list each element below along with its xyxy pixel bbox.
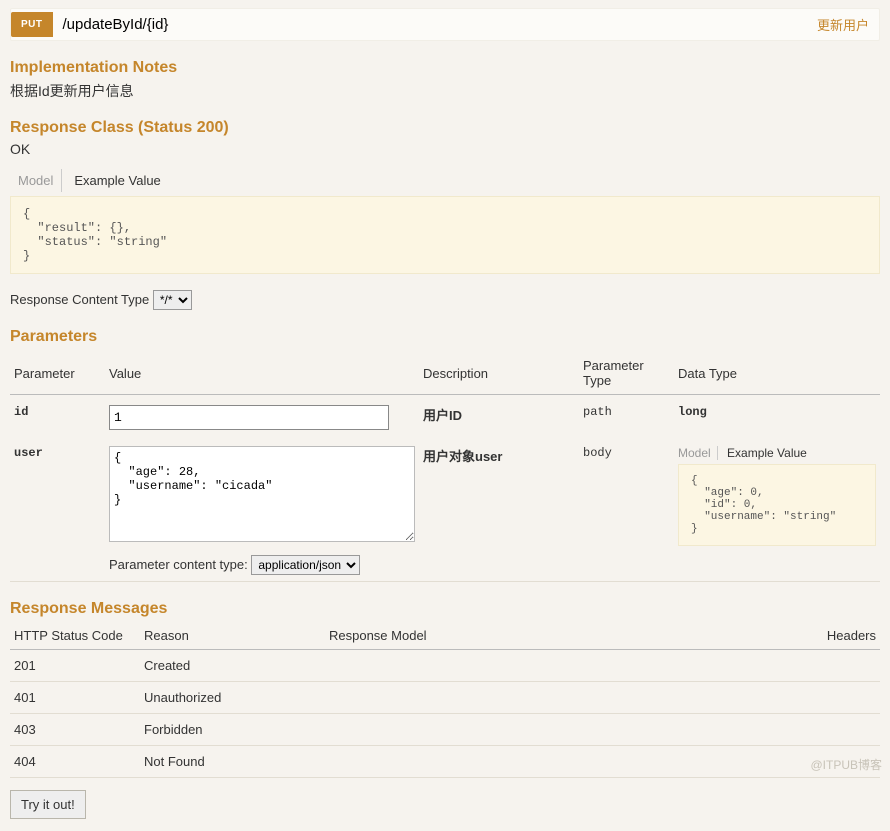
param-name: id xyxy=(10,395,105,437)
th-headers: Headers xyxy=(790,622,880,650)
th-param-type: Parameter Type xyxy=(579,352,674,395)
response-class-status: OK xyxy=(10,141,880,157)
th-parameter: Parameter xyxy=(10,352,105,395)
response-messages-title: Response Messages xyxy=(10,600,880,618)
param-value-textarea[interactable] xyxy=(109,446,415,542)
table-row: 401Unauthorized xyxy=(10,682,880,714)
example-value-code[interactable]: { "result": {}, "status": "string" } xyxy=(10,196,880,274)
impl-notes-text: 根据Id更新用户信息 xyxy=(10,81,880,101)
http-method-badge: PUT xyxy=(11,12,53,37)
try-it-out-button[interactable]: Try it out! xyxy=(10,790,86,819)
param-data-type: long xyxy=(674,395,880,437)
param-description: 用户对象user xyxy=(419,436,579,582)
response-messages-table: HTTP Status Code Reason Response Model H… xyxy=(10,622,880,778)
th-status-code: HTTP Status Code xyxy=(10,622,140,650)
response-schema-tabs: Model Example Value xyxy=(10,169,880,192)
param-row: id 用户ID path long xyxy=(10,395,880,437)
param-row: user Parameter content type: application… xyxy=(10,436,880,582)
th-reason: Reason xyxy=(140,622,325,650)
tab-example-value[interactable]: Example Value xyxy=(66,169,168,192)
table-row: 403Forbidden xyxy=(10,714,880,746)
param-name: user xyxy=(10,436,105,582)
param-model-example[interactable]: { "age": 0, "id": 0, "username": "string… xyxy=(678,464,876,546)
parameters-table: Parameter Value Description Parameter Ty… xyxy=(10,352,880,582)
param-content-type-select[interactable]: application/json xyxy=(251,555,360,575)
endpoint-summary: 更新用户 xyxy=(807,9,879,40)
response-class-title: Response Class (Status 200) xyxy=(10,119,880,137)
th-value: Value xyxy=(105,352,419,395)
tab-example-value[interactable]: Example Value xyxy=(721,446,807,460)
param-description: 用户ID xyxy=(419,395,579,437)
param-type: body xyxy=(579,436,674,582)
impl-notes-title: Implementation Notes xyxy=(10,59,880,77)
response-content-type-select[interactable]: */* xyxy=(153,290,192,310)
tab-model[interactable]: Model xyxy=(10,169,62,192)
watermark: @ITPUB博客 xyxy=(810,756,882,773)
th-data-type: Data Type xyxy=(674,352,880,395)
tab-model[interactable]: Model xyxy=(678,446,718,460)
param-content-type-label: Parameter content type: xyxy=(109,557,248,572)
th-description: Description xyxy=(419,352,579,395)
response-content-type-label: Response Content Type xyxy=(10,292,149,307)
table-row: 404Not Found xyxy=(10,746,880,778)
parameters-title: Parameters xyxy=(10,328,880,346)
param-value-input[interactable] xyxy=(109,405,389,430)
operation-header[interactable]: PUT /updateById/{id} 更新用户 xyxy=(10,8,880,41)
endpoint-path: /updateById/{id} xyxy=(53,10,807,39)
param-type: path xyxy=(579,395,674,437)
th-response-model: Response Model xyxy=(325,622,790,650)
table-row: 201Created xyxy=(10,650,880,682)
